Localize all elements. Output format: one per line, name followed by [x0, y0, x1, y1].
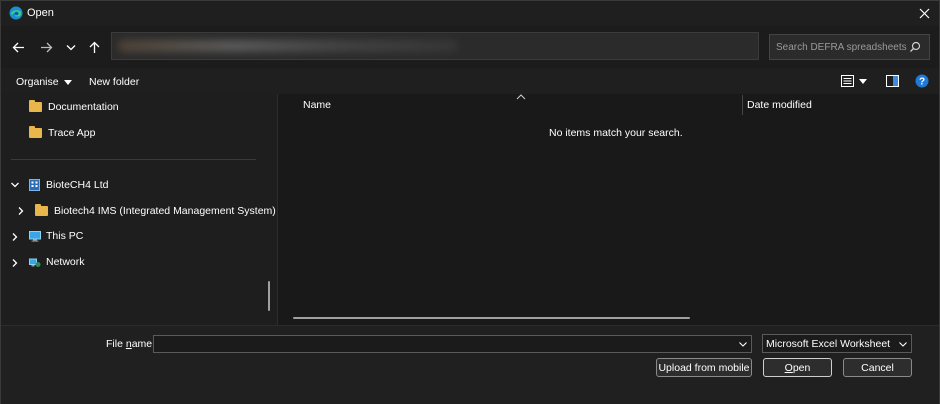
- up-button[interactable]: [86, 39, 102, 55]
- open-label-rest: pen: [792, 361, 811, 374]
- nav-item-label: Trace App: [48, 127, 96, 139]
- search-box[interactable]: Search DEFRA spreadsheets: [769, 34, 930, 60]
- column-separator[interactable]: [742, 95, 743, 115]
- file-name-label: File name:: [106, 338, 155, 350]
- help-icon[interactable]: ?: [915, 74, 929, 88]
- back-button[interactable]: [10, 39, 26, 55]
- column-header-name[interactable]: Name: [303, 99, 331, 111]
- nav-item-documentation[interactable]: Documentation: [29, 98, 119, 116]
- column-header-date-modified[interactable]: Date modified: [747, 99, 812, 111]
- dialog-footer: File name: Microsoft Excel Worksheet Upl…: [1, 325, 939, 404]
- view-options-button[interactable]: [841, 75, 867, 87]
- file-type-value: Microsoft Excel Worksheet: [766, 338, 891, 350]
- caret-down-icon: [63, 79, 72, 85]
- chevron-right-icon[interactable]: [10, 258, 20, 268]
- nav-item-label: BioteCH4 Ltd: [46, 179, 109, 191]
- monitor-icon: [29, 230, 41, 242]
- folder-icon: [35, 204, 48, 216]
- organise-menu-button[interactable]: Organise: [16, 76, 72, 88]
- organise-label: Organise: [16, 76, 59, 88]
- nav-item-trace-app[interactable]: Trace App: [29, 124, 95, 142]
- title-bar: Open: [1, 1, 939, 26]
- network-icon: [29, 258, 41, 267]
- recent-locations-button[interactable]: [63, 39, 79, 55]
- empty-results-message: No items match your search.: [549, 127, 683, 139]
- navigation-bar: Search DEFRA spreadsheets: [1, 26, 939, 68]
- caret-down-icon: [859, 78, 867, 84]
- preview-pane-icon[interactable]: [886, 75, 899, 87]
- search-icon: [910, 41, 921, 52]
- arrow-left-icon: [12, 42, 24, 52]
- nav-item-biotech4-ims[interactable]: Biotech4 IMS (Integrated Management Syst…: [35, 202, 282, 220]
- nav-pane-scrollbar[interactable]: [268, 281, 270, 311]
- window-title: Open: [27, 7, 54, 19]
- file-name-label-part: File: [106, 338, 126, 350]
- close-button[interactable]: [909, 1, 939, 26]
- arrow-right-icon: [40, 42, 52, 52]
- address-bar[interactable]: [111, 32, 759, 60]
- chevron-down-icon: [899, 342, 907, 347]
- chevron-down-icon[interactable]: [738, 339, 748, 349]
- search-placeholder: Search DEFRA spreadsheets: [776, 42, 907, 53]
- file-name-input[interactable]: [153, 335, 752, 353]
- file-list-pane: Name Date modified No items match your s…: [277, 94, 939, 325]
- forward-button[interactable]: [38, 39, 54, 55]
- cancel-button[interactable]: Cancel: [843, 358, 912, 377]
- chevron-right-icon[interactable]: [10, 232, 20, 242]
- file-name-label-part: ame:: [131, 338, 156, 350]
- nav-item-label: Documentation: [48, 101, 119, 113]
- command-bar: Organise New folder ?: [1, 68, 939, 94]
- details-view-icon: [841, 75, 854, 87]
- nav-item-this-pc[interactable]: This PC: [29, 227, 83, 245]
- nav-item-biotech4-ltd[interactable]: BioteCH4 Ltd: [29, 176, 108, 194]
- nav-item-network[interactable]: Network: [29, 253, 85, 271]
- new-folder-button[interactable]: New folder: [89, 76, 139, 88]
- upload-from-mobile-button[interactable]: Upload from mobile: [656, 358, 752, 377]
- svg-text:?: ?: [919, 77, 925, 88]
- navigation-pane: Documentation Trace App BioteCH4 Ltd Bio…: [1, 94, 282, 325]
- sort-ascending-icon: [516, 94, 526, 100]
- nav-divider: [11, 159, 256, 160]
- arrow-up-icon: [89, 41, 99, 53]
- nav-item-label: Network: [46, 256, 85, 268]
- nav-item-label: This PC: [46, 230, 84, 242]
- nav-item-label: Biotech4 IMS (Integrated Management Syst…: [54, 205, 283, 217]
- open-button[interactable]: Open: [763, 358, 832, 377]
- folder-icon: [29, 126, 42, 138]
- edge-app-icon: [9, 6, 23, 20]
- open-label-accesskey: O: [784, 361, 793, 374]
- file-list-scrollbar[interactable]: [293, 317, 690, 319]
- building-icon: [29, 179, 40, 191]
- chevron-right-icon[interactable]: [16, 206, 26, 216]
- open-file-dialog: Open Search DEFRA spreadsheets Organise …: [0, 0, 940, 404]
- folder-icon: [29, 100, 42, 112]
- close-icon: [919, 8, 929, 19]
- address-path-redacted: [118, 40, 458, 52]
- chevron-down-icon[interactable]: [10, 180, 20, 190]
- chevron-down-icon: [66, 44, 76, 50]
- file-type-select[interactable]: Microsoft Excel Worksheet: [762, 334, 912, 353]
